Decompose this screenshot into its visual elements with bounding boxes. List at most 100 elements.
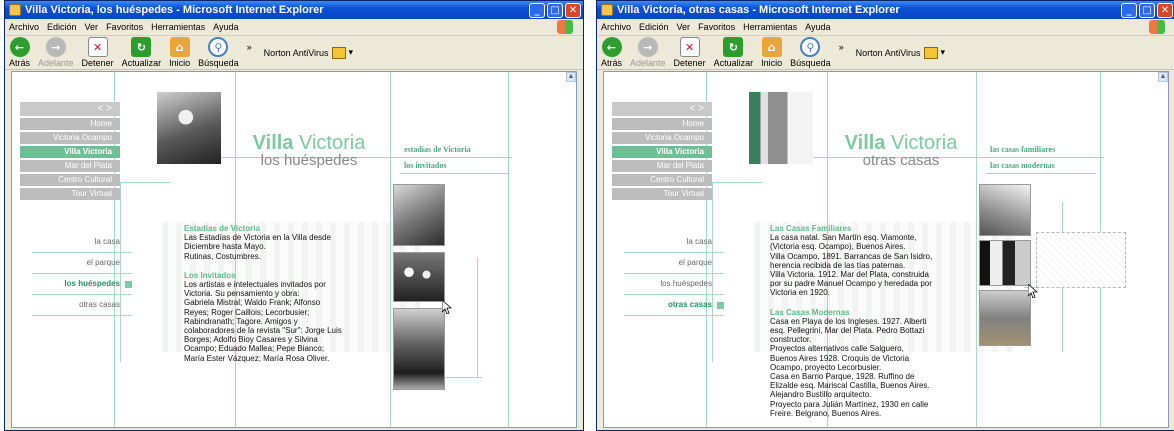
norton-antivirus-button[interactable]: Norton AntiVirus ▾: [264, 46, 354, 59]
close-button[interactable]: ✕: [565, 2, 581, 18]
norton-antivirus-button[interactable]: Norton AntiVirus ▾: [856, 46, 945, 59]
menu-bar: Archivo Edición Ver Favoritos Herramient…: [597, 19, 1174, 36]
refresh-icon: ↻: [131, 37, 152, 57]
nav-item-home[interactable]: Home: [612, 118, 712, 130]
menu-favoritos[interactable]: Favoritos: [106, 22, 143, 32]
menu-ver[interactable]: Ver: [677, 22, 691, 32]
section-text: Los artistas e intelectuales invitados p…: [184, 280, 342, 363]
search-button[interactable]: ⚲ Búsqueda: [198, 37, 239, 68]
toolbar: ← Atrás → Adelante ✕ Detener ↻ Actualizar ⌂ I…: [597, 36, 1174, 70]
home-button[interactable]: ⌂ Inicio: [169, 37, 190, 68]
page-viewport[interactable]: ▲ < > Home Victoria Ocampo Villa Victori…: [603, 71, 1169, 428]
menu-ver[interactable]: Ver: [85, 22, 99, 32]
nav-arrows[interactable]: < >: [20, 102, 120, 116]
back-button[interactable]: ← Atrás: [601, 37, 622, 68]
photo-house-facade[interactable]: [979, 184, 1031, 236]
nav-item-villa-victoria[interactable]: Villa Victoria: [20, 146, 120, 158]
stop-icon: ✕: [679, 37, 700, 57]
sub-nav-otras-casas[interactable]: otras casas: [624, 295, 724, 316]
sub-nav-el-parque[interactable]: el parque: [624, 253, 724, 274]
nav-item-tour-virtual[interactable]: Tour Virtual: [612, 188, 712, 200]
refresh-button[interactable]: ↻ Actualizar: [122, 37, 161, 68]
home-button[interactable]: ⌂ Inicio: [761, 37, 782, 68]
minimize-button[interactable]: _: [529, 2, 545, 18]
page-viewport[interactable]: ▲ < > Home Victoria Ocampo Villa Victori…: [11, 71, 577, 428]
section-title: Las Casas Familiares: [770, 224, 852, 233]
browser-window-huespedes: Villa Victoria, los huéspedes - Microsof…: [4, 0, 584, 431]
nav-item-mar-del-plata[interactable]: Mar del Plata: [20, 160, 120, 172]
sub-nav-los-huespedes[interactable]: los huéspedes: [32, 274, 132, 295]
nav-item-home[interactable]: Home: [20, 118, 120, 130]
menu-edicion[interactable]: Edición: [47, 22, 77, 32]
section-title: Los Invitados: [184, 270, 236, 280]
hero-photo: [749, 92, 813, 164]
search-button[interactable]: ⚲ Búsqueda: [790, 37, 831, 68]
home-icon: ⌂: [169, 37, 190, 57]
link-estadias[interactable]: estadías de Victoria: [400, 142, 510, 158]
back-button[interactable]: ← Atrás: [9, 37, 30, 68]
photo-guest-group[interactable]: [393, 252, 445, 302]
site-brand: Villa Victoria los huéspedes: [234, 132, 384, 169]
menu-bar: Archivo Edición Ver Favoritos Herramient…: [5, 19, 583, 36]
menu-ayuda[interactable]: Ayuda: [805, 22, 830, 32]
photo-house-exterior[interactable]: [979, 290, 1031, 346]
back-arrow-icon: ←: [601, 37, 622, 57]
stop-button[interactable]: ✕ Detener: [674, 37, 706, 68]
sub-nav-otras-casas[interactable]: otras casas: [32, 295, 132, 316]
house-sketch-image[interactable]: [1036, 232, 1126, 288]
nav-item-victoria-ocampo[interactable]: Victoria Ocampo: [612, 132, 712, 144]
forward-button[interactable]: → Adelante: [38, 37, 74, 68]
menu-herramientas[interactable]: Herramientas: [743, 22, 797, 32]
minimize-button[interactable]: _: [1121, 2, 1137, 18]
maximize-button[interactable]: □: [1139, 2, 1155, 18]
sub-nav-la-casa[interactable]: la casa: [624, 232, 724, 253]
section-links: estadías de Victoria los invitados: [400, 142, 510, 174]
nav-item-centro-cultural[interactable]: Centro Cultural: [612, 174, 712, 186]
browser-window-otras-casas: Villa Victoria, otras casas - Microsoft …: [596, 0, 1174, 431]
nav-arrows[interactable]: < >: [612, 102, 712, 116]
ie-icon: [9, 4, 21, 16]
menu-edicion[interactable]: Edición: [639, 22, 669, 32]
section-text: La casa natal. San Martín esq. Viamonte,…: [770, 233, 933, 298]
active-marker-icon: [125, 281, 132, 288]
sub-nav: la casa el parque los huéspedes otras ca…: [624, 232, 724, 316]
sub-nav-la-casa[interactable]: la casa: [32, 232, 132, 253]
section-text: Las Estadías de Victoria en la Villa des…: [184, 233, 331, 261]
stop-button[interactable]: ✕ Detener: [82, 37, 114, 68]
toolbar-overflow[interactable]: »: [247, 42, 252, 52]
forward-button[interactable]: → Adelante: [630, 37, 666, 68]
photo-house-modern[interactable]: [979, 240, 1031, 286]
mouse-cursor-icon: [442, 300, 452, 314]
photo-guest-portrait[interactable]: [393, 184, 445, 246]
chevron-down-icon: ▾: [348, 47, 354, 57]
link-casas-familiares[interactable]: las casas familiares: [986, 142, 1096, 158]
nav-item-tour-virtual[interactable]: Tour Virtual: [20, 188, 120, 200]
refresh-button[interactable]: ↻ Actualizar: [714, 37, 753, 68]
nav-item-centro-cultural[interactable]: Centro Cultural: [20, 174, 120, 186]
menu-archivo[interactable]: Archivo: [9, 22, 39, 32]
menu-archivo[interactable]: Archivo: [601, 22, 631, 32]
active-marker-icon: [717, 302, 724, 309]
body-text: Las Casas Familiares La casa natal. San …: [770, 224, 980, 418]
nav-item-mar-del-plata[interactable]: Mar del Plata: [612, 160, 712, 172]
body-text: Estadías de Victoria Las Estadías de Vic…: [184, 224, 399, 363]
forward-arrow-icon: →: [637, 37, 658, 57]
sub-nav-los-huespedes[interactable]: los huéspedes: [624, 274, 724, 295]
sub-nav: la casa el parque los huéspedes otras ca…: [32, 232, 132, 316]
sub-nav-el-parque[interactable]: el parque: [32, 253, 132, 274]
close-button[interactable]: ✕: [1157, 2, 1173, 18]
menu-ayuda[interactable]: Ayuda: [213, 22, 238, 32]
link-invitados[interactable]: los invitados: [400, 158, 510, 174]
menu-favoritos[interactable]: Favoritos: [698, 22, 735, 32]
photo-guest-standing[interactable]: [393, 308, 445, 390]
window-title: Villa Victoria, otras casas - Microsoft …: [617, 4, 900, 16]
nav-item-villa-victoria[interactable]: Villa Victoria: [612, 146, 712, 158]
menu-herramientas[interactable]: Herramientas: [151, 22, 205, 32]
hero-photo: [157, 92, 221, 164]
nav-item-victoria-ocampo[interactable]: Victoria Ocampo: [20, 132, 120, 144]
stop-icon: ✕: [87, 37, 108, 57]
maximize-button[interactable]: □: [547, 2, 563, 18]
toolbar-overflow[interactable]: »: [839, 42, 844, 52]
link-casas-modernas[interactable]: las casas modernas: [986, 158, 1096, 174]
windows-flag-icon: [1149, 20, 1165, 34]
